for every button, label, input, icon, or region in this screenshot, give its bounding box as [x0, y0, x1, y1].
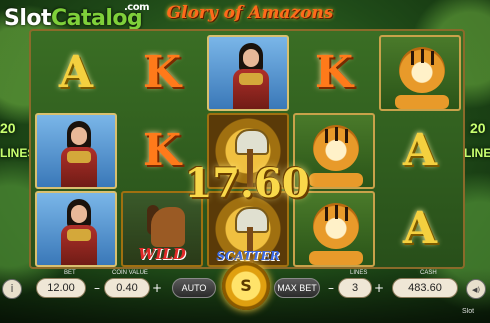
win-amount: 17.60 [184, 160, 310, 207]
lines-field: 3 [338, 278, 372, 298]
right-lines-indicator: 20 [470, 120, 486, 136]
scatter-label: SCATTER [216, 249, 280, 263]
info-button[interactable]: i [2, 279, 22, 299]
symbol-amazon-warrior [35, 113, 117, 189]
bet-label: BET [64, 270, 76, 276]
auto-button[interactable]: AUTO [172, 278, 216, 298]
symbol-amazon-warrior [207, 35, 289, 111]
symbol-tiger [379, 35, 461, 111]
cash-label: CASH [420, 270, 437, 276]
coin-minus-button[interactable]: – [90, 278, 104, 298]
game-title: Glory of Amazons [166, 3, 334, 23]
left-lines-indicator: 20 [0, 120, 16, 136]
wild-label: WILD [138, 245, 186, 263]
spin-icon: S [240, 276, 252, 295]
symbol-a: A [402, 203, 438, 254]
left-lines-count: 20 [0, 120, 16, 136]
lines-minus-button[interactable]: – [324, 278, 338, 298]
symbol-a: A [58, 47, 94, 98]
right-lines-count: 20 [470, 120, 486, 136]
sound-button[interactable]: ◀) [466, 279, 486, 299]
info-icon: i [10, 282, 14, 295]
symbol-k: K [314, 47, 354, 98]
watermark-slot-text: Slot [4, 6, 52, 31]
lines-label: LINES [350, 270, 368, 276]
sound-icon: ◀) [471, 286, 481, 294]
reel-grid: A K K WILD SCATTER K A A [29, 29, 465, 269]
footer-brand: Slot [462, 308, 475, 315]
symbol-k: K [142, 47, 182, 98]
symbol-amazon-warrior [35, 191, 117, 267]
max-bet-button[interactable]: MAX BET [274, 278, 320, 298]
coin-value-field: 0.40 [104, 278, 150, 298]
spin-button[interactable]: S [222, 262, 270, 310]
coin-plus-button[interactable]: + [150, 278, 164, 298]
watermark-com-text: .com [124, 2, 150, 13]
watermark-logo: SlotCatalog .com [4, 2, 150, 31]
symbol-a: A [402, 125, 438, 176]
lines-plus-button[interactable]: + [372, 278, 386, 298]
right-lines-label: LINES [464, 146, 490, 160]
coin-value-label: COIN VALUE [112, 270, 148, 276]
bet-field: 12.00 [36, 278, 86, 298]
cash-field: 483.60 [392, 278, 458, 298]
